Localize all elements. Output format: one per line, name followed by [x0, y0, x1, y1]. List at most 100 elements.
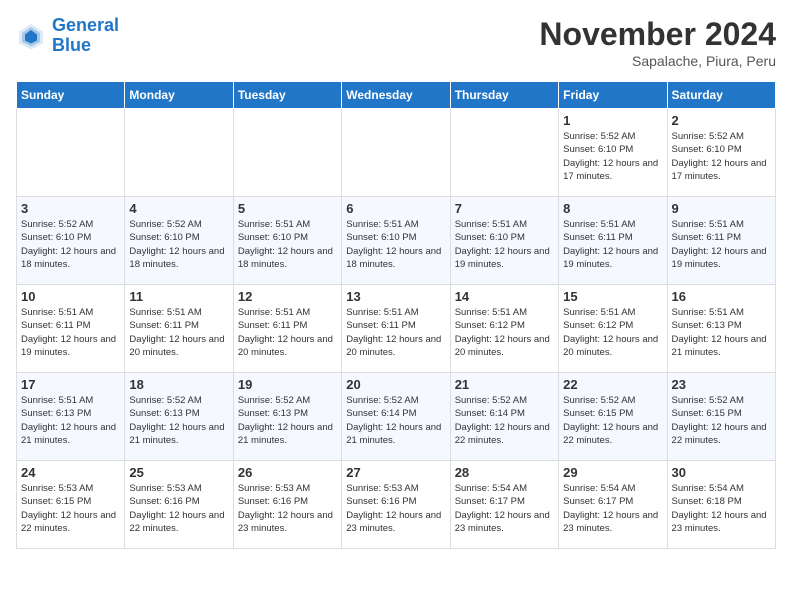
calendar-header: SundayMondayTuesdayWednesdayThursdayFrid… — [17, 82, 776, 109]
day-cell: 21 Sunrise: 5:52 AM Sunset: 6:14 PM Dayli… — [450, 373, 558, 461]
day-cell: 22Sunrise: 5:52 AM Sunset: 6:15 PM Dayli… — [559, 373, 667, 461]
day-cell — [125, 109, 233, 197]
day-cell: 17Sunrise: 5:51 AM Sunset: 6:13 PM Dayli… — [17, 373, 125, 461]
day-cell: 1Sunrise: 5:52 AM Sunset: 6:10 PM Daylig… — [559, 109, 667, 197]
day-info: Sunrise: 5:53 AM Sunset: 6:15 PM Dayligh… — [21, 482, 120, 535]
day-info: Sunrise: 5:51 AM Sunset: 6:10 PM Dayligh… — [238, 218, 337, 271]
day-cell: 2 Sunrise: 5:52 AM Sunset: 6:10 PM Daylig… — [667, 109, 775, 197]
header-cell-tuesday: Tuesday — [233, 82, 341, 109]
day-info: Sunrise: 5:51 AM Sunset: 6:10 PM Dayligh… — [346, 218, 445, 271]
day-number: 11 — [129, 289, 228, 304]
day-cell: 11 Sunrise: 5:51 AM Sunset: 6:11 PM Dayli… — [125, 285, 233, 373]
day-number: 26 — [238, 465, 337, 480]
day-number: 14 — [455, 289, 554, 304]
day-cell: 5 Sunrise: 5:51 AM Sunset: 6:10 PM Daylig… — [233, 197, 341, 285]
day-cell: 7 Sunrise: 5:51 AM Sunset: 6:10 PM Daylig… — [450, 197, 558, 285]
day-info: Sunrise: 5:52 AM Sunset: 6:14 PM Dayligh… — [455, 394, 554, 447]
day-cell: 8 Sunrise: 5:51 AM Sunset: 6:11 PM Daylig… — [559, 197, 667, 285]
day-number: 2 — [672, 113, 771, 128]
day-info: Sunrise: 5:51 AM Sunset: 6:11 PM Dayligh… — [672, 218, 771, 271]
day-number: 8 — [563, 201, 662, 216]
week-row-5: 24 Sunrise: 5:53 AM Sunset: 6:15 PM Dayli… — [17, 461, 776, 549]
day-info: Sunrise: 5:52 AM Sunset: 6:14 PM Dayligh… — [346, 394, 445, 447]
day-cell: 4Sunrise: 5:52 AM Sunset: 6:10 PM Daylig… — [125, 197, 233, 285]
header-cell-monday: Monday — [125, 82, 233, 109]
day-info: Sunrise: 5:52 AM Sunset: 6:10 PM Dayligh… — [563, 130, 662, 183]
day-info: Sunrise: 5:52 AM Sunset: 6:13 PM Dayligh… — [238, 394, 337, 447]
header-cell-friday: Friday — [559, 82, 667, 109]
day-cell: 3 Sunrise: 5:52 AM Sunset: 6:10 PM Daylig… — [17, 197, 125, 285]
header-cell-saturday: Saturday — [667, 82, 775, 109]
day-info: Sunrise: 5:51 AM Sunset: 6:13 PM Dayligh… — [672, 306, 771, 359]
month-title: November 2024 — [539, 16, 776, 53]
day-cell: 18Sunrise: 5:52 AM Sunset: 6:13 PM Dayli… — [125, 373, 233, 461]
day-number: 24 — [21, 465, 120, 480]
day-info: Sunrise: 5:51 AM Sunset: 6:12 PM Dayligh… — [563, 306, 662, 359]
day-number: 18 — [129, 377, 228, 392]
day-number: 10 — [21, 289, 120, 304]
day-cell: 13 Sunrise: 5:51 AM Sunset: 6:11 PM Dayli… — [342, 285, 450, 373]
day-cell — [450, 109, 558, 197]
day-number: 28 — [455, 465, 554, 480]
day-number: 22 — [563, 377, 662, 392]
logo-text: General Blue — [52, 16, 119, 56]
page-header: General Blue November 2024 Sapalache, Pi… — [16, 16, 776, 69]
day-info: Sunrise: 5:53 AM Sunset: 6:16 PM Dayligh… — [238, 482, 337, 535]
day-info: Sunrise: 5:51 AM Sunset: 6:13 PM Dayligh… — [21, 394, 120, 447]
logo-line2: Blue — [52, 35, 91, 55]
day-cell: 19 Sunrise: 5:52 AM Sunset: 6:13 PM Dayli… — [233, 373, 341, 461]
day-info: Sunrise: 5:51 AM Sunset: 6:11 PM Dayligh… — [346, 306, 445, 359]
day-info: Sunrise: 5:51 AM Sunset: 6:10 PM Dayligh… — [455, 218, 554, 271]
day-cell: 28Sunrise: 5:54 AM Sunset: 6:17 PM Dayli… — [450, 461, 558, 549]
week-row-3: 10 Sunrise: 5:51 AM Sunset: 6:11 PM Dayli… — [17, 285, 776, 373]
header-cell-sunday: Sunday — [17, 82, 125, 109]
calendar-table: SundayMondayTuesdayWednesdayThursdayFrid… — [16, 81, 776, 549]
day-cell: 26 Sunrise: 5:53 AM Sunset: 6:16 PM Dayli… — [233, 461, 341, 549]
day-number: 27 — [346, 465, 445, 480]
day-info: Sunrise: 5:51 AM Sunset: 6:11 PM Dayligh… — [129, 306, 228, 359]
day-cell — [233, 109, 341, 197]
week-row-4: 17Sunrise: 5:51 AM Sunset: 6:13 PM Dayli… — [17, 373, 776, 461]
logo: General Blue — [16, 16, 119, 56]
day-cell: 25 Sunrise: 5:53 AM Sunset: 6:16 PM Dayli… — [125, 461, 233, 549]
day-info: Sunrise: 5:52 AM Sunset: 6:10 PM Dayligh… — [672, 130, 771, 183]
day-number: 29 — [563, 465, 662, 480]
week-row-1: 1Sunrise: 5:52 AM Sunset: 6:10 PM Daylig… — [17, 109, 776, 197]
header-cell-thursday: Thursday — [450, 82, 558, 109]
day-info: Sunrise: 5:51 AM Sunset: 6:11 PM Dayligh… — [563, 218, 662, 271]
day-cell: 23Sunrise: 5:52 AM Sunset: 6:15 PM Dayli… — [667, 373, 775, 461]
day-number: 3 — [21, 201, 120, 216]
day-cell: 6Sunrise: 5:51 AM Sunset: 6:10 PM Daylig… — [342, 197, 450, 285]
calendar-body: 1Sunrise: 5:52 AM Sunset: 6:10 PM Daylig… — [17, 109, 776, 549]
day-number: 7 — [455, 201, 554, 216]
header-row: SundayMondayTuesdayWednesdayThursdayFrid… — [17, 82, 776, 109]
week-row-2: 3 Sunrise: 5:52 AM Sunset: 6:10 PM Daylig… — [17, 197, 776, 285]
day-number: 23 — [672, 377, 771, 392]
day-info: Sunrise: 5:53 AM Sunset: 6:16 PM Dayligh… — [129, 482, 228, 535]
day-number: 20 — [346, 377, 445, 392]
day-cell — [17, 109, 125, 197]
day-cell: 27 Sunrise: 5:53 AM Sunset: 6:16 PM Dayli… — [342, 461, 450, 549]
day-cell: 9 Sunrise: 5:51 AM Sunset: 6:11 PM Daylig… — [667, 197, 775, 285]
day-cell: 10Sunrise: 5:51 AM Sunset: 6:11 PM Dayli… — [17, 285, 125, 373]
day-info: Sunrise: 5:54 AM Sunset: 6:18 PM Dayligh… — [672, 482, 771, 535]
location-subtitle: Sapalache, Piura, Peru — [539, 53, 776, 69]
day-number: 5 — [238, 201, 337, 216]
day-info: Sunrise: 5:51 AM Sunset: 6:12 PM Dayligh… — [455, 306, 554, 359]
day-number: 19 — [238, 377, 337, 392]
day-number: 21 — [455, 377, 554, 392]
day-number: 13 — [346, 289, 445, 304]
day-number: 25 — [129, 465, 228, 480]
day-number: 16 — [672, 289, 771, 304]
title-block: November 2024 Sapalache, Piura, Peru — [539, 16, 776, 69]
day-info: Sunrise: 5:52 AM Sunset: 6:10 PM Dayligh… — [129, 218, 228, 271]
day-number: 9 — [672, 201, 771, 216]
day-cell: 16 Sunrise: 5:51 AM Sunset: 6:13 PM Dayli… — [667, 285, 775, 373]
day-cell: 20 Sunrise: 5:52 AM Sunset: 6:14 PM Dayli… — [342, 373, 450, 461]
day-cell: 29Sunrise: 5:54 AM Sunset: 6:17 PM Dayli… — [559, 461, 667, 549]
day-cell: 15Sunrise: 5:51 AM Sunset: 6:12 PM Dayli… — [559, 285, 667, 373]
logo-icon — [16, 21, 46, 51]
day-info: Sunrise: 5:52 AM Sunset: 6:10 PM Dayligh… — [21, 218, 120, 271]
day-cell: 30Sunrise: 5:54 AM Sunset: 6:18 PM Dayli… — [667, 461, 775, 549]
day-info: Sunrise: 5:53 AM Sunset: 6:16 PM Dayligh… — [346, 482, 445, 535]
